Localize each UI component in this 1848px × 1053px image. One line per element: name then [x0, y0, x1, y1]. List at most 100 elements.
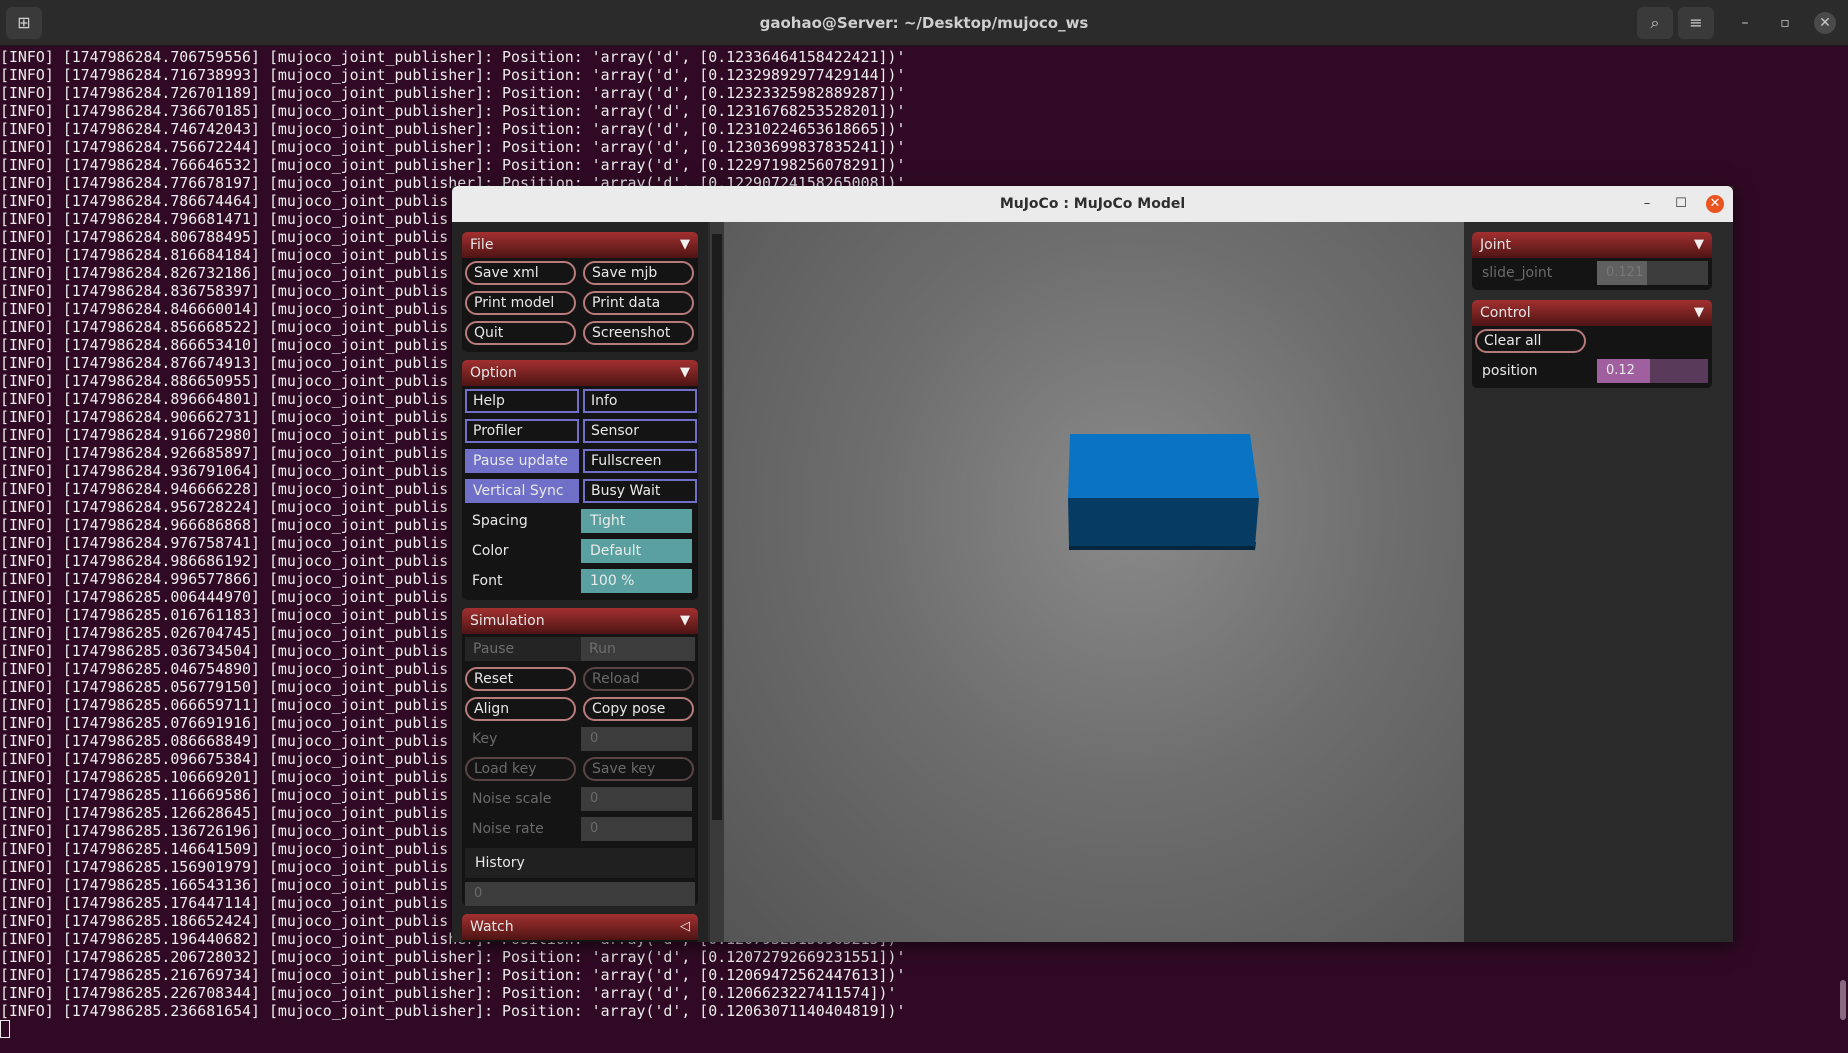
control-section-title: Control	[1480, 305, 1531, 321]
box-front-face	[1068, 497, 1259, 546]
file-section-title: File	[470, 237, 494, 253]
joint-section: Joint ▼ slide_joint 0.121	[1472, 232, 1712, 290]
watch-section-title: Watch	[470, 919, 514, 935]
key-field[interactable]: 0	[581, 727, 692, 751]
screenshot-button[interactable]: Screenshot	[583, 321, 694, 345]
reload-button[interactable]: Reload	[583, 667, 694, 691]
file-section: File ▼ Save xml Save mjb Print model Pri…	[462, 232, 698, 352]
hamburger-menu-icon[interactable]: ≡	[1678, 7, 1714, 39]
terminal-line: [INFO] [1747986285.216769734] [mujoco_jo…	[0, 966, 906, 984]
pause-radio[interactable]: Pause	[465, 637, 581, 661]
help-checkbox[interactable]: Help	[465, 389, 579, 413]
slide-joint-value: 0.121	[1606, 265, 1644, 280]
align-button[interactable]: Align	[465, 697, 576, 721]
collapse-triangle-icon[interactable]: ▼	[680, 360, 690, 386]
mujoco-titlebar: MuJoCo : MuJoCo Model – ☐ ✕	[452, 186, 1733, 222]
load-key-button[interactable]: Load key	[465, 757, 576, 781]
terminal-titlebar: ⊞ gaohao@Server: ~/Desktop/mujoco_ws ⌕ ≡…	[0, 0, 1848, 46]
slide-joint-label: slide_joint	[1482, 265, 1553, 281]
left-ui-panel: File ▼ Save xml Save mjb Print model Pri…	[452, 222, 708, 942]
search-icon[interactable]: ⌕	[1637, 7, 1673, 39]
control-section: Control ▼ Clear all position 0.12	[1472, 300, 1712, 388]
print-model-button[interactable]: Print model	[465, 291, 576, 315]
control-section-header[interactable]: Control ▼	[1472, 300, 1712, 326]
terminal-line: [INFO] [1747986285.236681654] [mujoco_jo…	[0, 1002, 906, 1020]
save-key-button[interactable]: Save key	[583, 757, 694, 781]
mujoco-window: MuJoCo : MuJoCo Model – ☐ ✕ File ▼ Save …	[452, 186, 1733, 942]
copy-pose-button[interactable]: Copy pose	[583, 697, 694, 721]
collapse-triangle-icon[interactable]: ▼	[680, 608, 690, 634]
position-control-value: 0.12	[1606, 363, 1635, 378]
left-panel-scrollbar[interactable]	[710, 222, 724, 942]
quit-button[interactable]: Quit	[465, 321, 576, 345]
left-panel-scrollbar-thumb[interactable]	[712, 234, 722, 820]
terminal-line: [INFO] [1747986284.766646532] [mujoco_jo…	[0, 156, 906, 174]
simulation-section: Simulation ▼ Pause Run Reset Reload Alig…	[462, 608, 698, 906]
collapse-triangle-icon[interactable]: ▼	[1694, 300, 1704, 326]
minimize-icon[interactable]: –	[1638, 195, 1656, 213]
scene-canvas	[1068, 434, 1259, 550]
collapse-triangle-icon[interactable]: ▼	[680, 232, 690, 258]
option-section-title: Option	[470, 365, 517, 381]
sensor-checkbox[interactable]: Sensor	[583, 419, 697, 443]
profiler-checkbox[interactable]: Profiler	[465, 419, 579, 443]
mujoco-window-title: MuJoCo : MuJoCo Model	[999, 196, 1186, 212]
noise-scale-field[interactable]: 0	[581, 787, 692, 811]
joint-section-header[interactable]: Joint ▼	[1472, 232, 1712, 258]
restore-icon[interactable]: ▫	[1774, 12, 1796, 34]
terminal-line: [INFO] [1747986284.746742043] [mujoco_jo…	[0, 120, 906, 138]
noise-rate-field[interactable]: 0	[581, 817, 692, 841]
collapse-triangle-icon[interactable]: ▼	[1694, 232, 1704, 258]
vertical-sync-checkbox[interactable]: Vertical Sync	[465, 479, 579, 503]
print-data-button[interactable]: Print data	[583, 291, 694, 315]
terminal-scrollbar[interactable]	[1840, 980, 1846, 1020]
run-radio[interactable]: Run	[581, 637, 697, 661]
slide-joint-slider: 0.121	[1597, 261, 1708, 285]
fullscreen-checkbox[interactable]: Fullscreen	[583, 449, 697, 473]
watch-section: Watch ◁	[462, 914, 698, 942]
simulation-section-title: Simulation	[470, 613, 545, 629]
info-checkbox[interactable]: Info	[583, 389, 697, 413]
close-icon[interactable]: ✕	[1814, 12, 1836, 34]
minimize-icon[interactable]: –	[1734, 12, 1756, 34]
font-label: Font	[472, 573, 503, 589]
terminal-line: [INFO] [1747986284.716738993] [mujoco_jo…	[0, 66, 906, 84]
history-slider[interactable]: 0	[465, 882, 695, 906]
file-section-header[interactable]: File ▼	[462, 232, 698, 258]
terminal-title: gaohao@Server: ~/Desktop/mujoco_ws	[759, 14, 1089, 32]
noise-rate-label: Noise rate	[472, 821, 544, 837]
terminal-line: [INFO] [1747986284.726701189] [mujoco_jo…	[0, 84, 906, 102]
close-icon[interactable]: ✕	[1706, 195, 1724, 213]
terminal-line: [INFO] [1747986285.206728032] [mujoco_jo…	[0, 948, 906, 966]
clear-all-button[interactable]: Clear all	[1475, 329, 1586, 353]
option-section: Option ▼ Help Info Profiler Sensor Pause…	[462, 360, 698, 600]
box-top-face	[1068, 434, 1259, 498]
right-ui-panel: Joint ▼ slide_joint 0.121 Control ▼ Clea…	[1464, 222, 1733, 942]
save-xml-button[interactable]: Save xml	[465, 261, 576, 285]
spacing-select[interactable]: Tight	[581, 509, 692, 533]
save-mjb-button[interactable]: Save mjb	[583, 261, 694, 285]
reset-button[interactable]: Reset	[465, 667, 576, 691]
terminal-line: [INFO] [1747986284.706759556] [mujoco_jo…	[0, 48, 906, 66]
pause-update-checkbox[interactable]: Pause update	[465, 449, 579, 473]
watch-section-header[interactable]: Watch ◁	[462, 914, 698, 940]
color-select[interactable]: Default	[581, 539, 692, 563]
maximize-icon[interactable]: ☐	[1672, 195, 1690, 213]
terminal-line: [INFO] [1747986284.736670185] [mujoco_jo…	[0, 102, 906, 120]
history-label: History	[465, 848, 695, 878]
expand-triangle-icon[interactable]: ◁	[680, 914, 690, 940]
position-control-label: position	[1482, 363, 1538, 379]
busy-wait-checkbox[interactable]: Busy Wait	[583, 479, 697, 503]
terminal-cursor	[0, 1020, 10, 1038]
spacing-label: Spacing	[472, 513, 528, 529]
key-label: Key	[472, 731, 498, 747]
terminal-prompt[interactable]	[0, 1020, 1848, 1038]
position-control-slider[interactable]: 0.12	[1597, 359, 1708, 383]
option-section-header[interactable]: Option ▼	[462, 360, 698, 386]
noise-scale-label: Noise scale	[472, 791, 552, 807]
3d-viewport[interactable]	[724, 222, 1464, 942]
font-select[interactable]: 100 %	[581, 569, 692, 593]
terminal-line: [INFO] [1747986284.756672244] [mujoco_jo…	[0, 138, 906, 156]
simulation-section-header[interactable]: Simulation ▼	[462, 608, 698, 634]
color-label: Color	[472, 543, 509, 559]
